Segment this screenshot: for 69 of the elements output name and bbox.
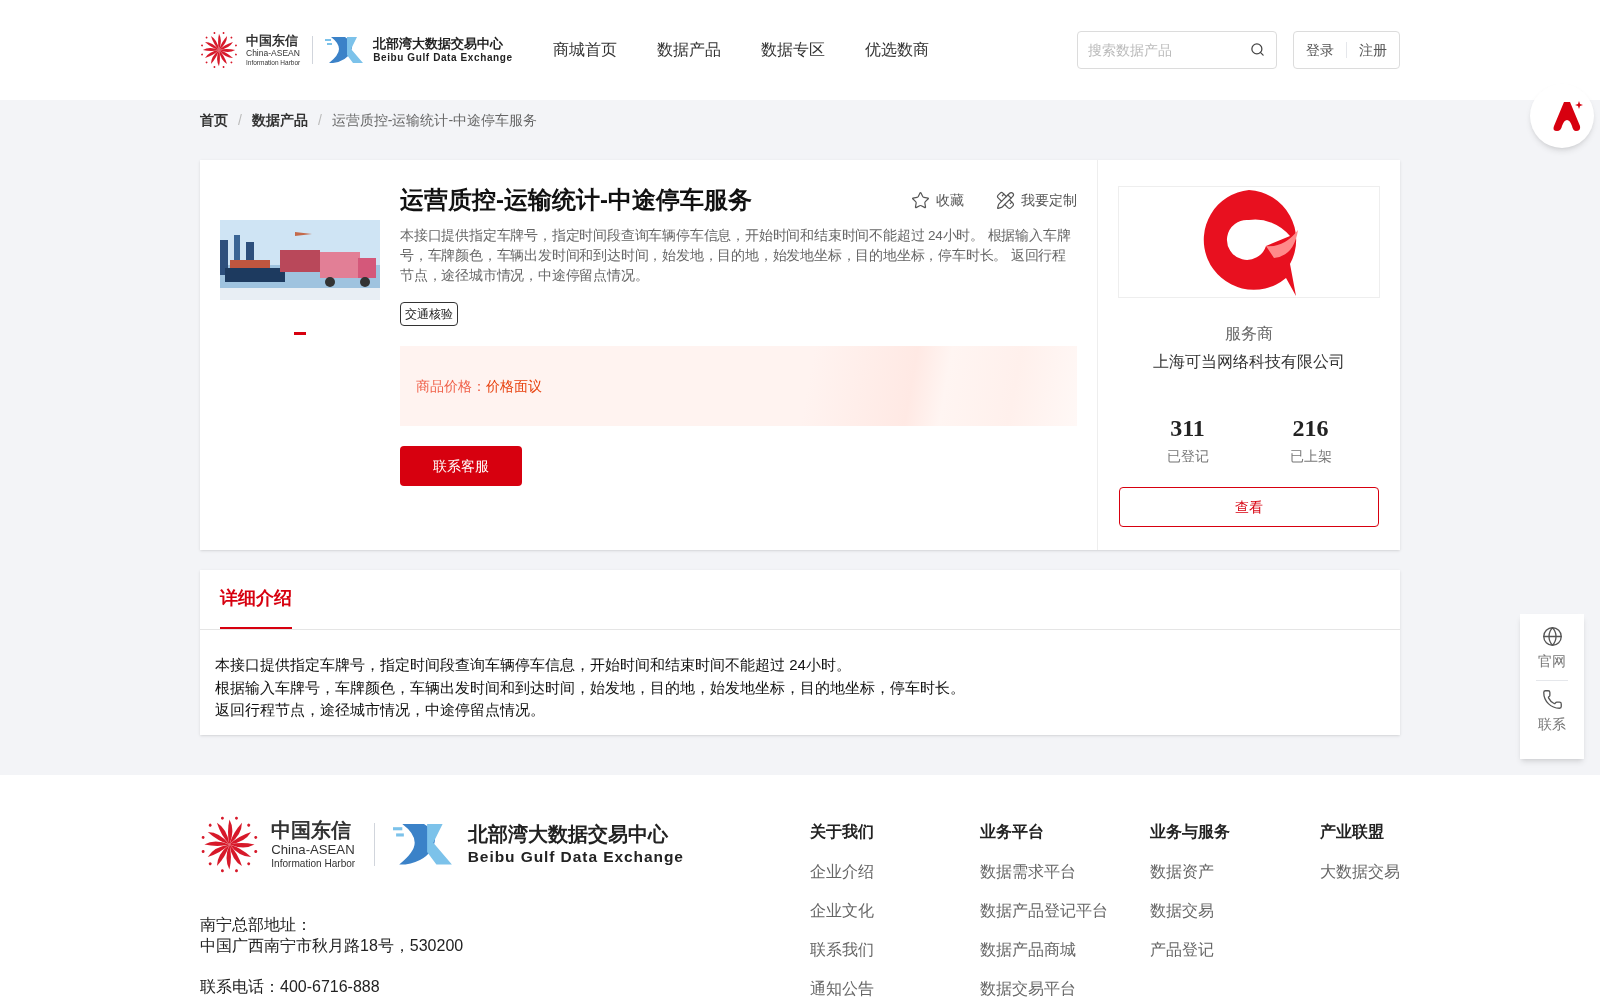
nav-link[interactable]: 数据专区 xyxy=(760,38,825,62)
logo-subtitle: Beibu Gulf Data Exchange xyxy=(467,849,684,865)
footer-link[interactable]: 数据资产 xyxy=(1150,862,1320,882)
breadcrumb-separator: / xyxy=(317,110,322,130)
flower-logo-icon xyxy=(200,815,259,874)
footer-link[interactable]: 数据需求平台 xyxy=(980,862,1150,882)
breadcrumb-separator: / xyxy=(238,110,242,130)
footer-heading: 业务与服务 xyxy=(1150,822,1231,842)
auth-link[interactable]: 登录 xyxy=(1306,39,1334,61)
view-button[interactable]: 查看 xyxy=(1119,487,1379,527)
footer-heading: 关于我们 xyxy=(810,822,875,842)
auth-link[interactable]: 注册 xyxy=(1359,39,1387,61)
search-field[interactable]: 搜索数据产品 xyxy=(1077,31,1277,69)
provider-label: 服务商 xyxy=(1225,324,1273,344)
detail-text: 本接口提供指定车牌号，指定时间段查询车辆停车信息，开始时间和结束时间不能超过 24小时。 xyxy=(215,655,852,675)
address-text: 中国广西南宁市秋月路18号，530200 xyxy=(200,935,465,956)
footer-link[interactable]: 数据交易平台 xyxy=(980,979,1150,999)
assistant-icon xyxy=(1550,100,1584,132)
stat-label: 已上架 xyxy=(1289,447,1332,466)
product-title: 运营质控-运输统计-中途停车服务 xyxy=(400,185,752,215)
price-text: 商品价格：价格面议 xyxy=(416,376,542,396)
footer-heading: 业务平台 xyxy=(980,822,1045,842)
nav-link[interactable]: 商城首页 xyxy=(552,38,617,62)
logo-name: 北部湾大数据交易中心 xyxy=(373,37,505,50)
contact-button[interactable]: 联系客服 xyxy=(400,446,522,486)
detail-tab[interactable]: 详细介绍 xyxy=(220,569,292,629)
address-label: 南宁总部地址： xyxy=(200,914,313,935)
phone-text: 联系电话：400-6716-888 xyxy=(200,976,381,997)
footer-link[interactable]: 产品登记 xyxy=(1150,940,1320,960)
logo-subtitle: China-ASEAN xyxy=(246,49,301,58)
globe-icon xyxy=(1541,626,1563,647)
star-icon xyxy=(911,190,930,210)
logo-name: 中国东信 xyxy=(271,819,353,840)
logo-name: 北部湾大数据交易中心 xyxy=(467,824,669,845)
pencil-ruler-icon xyxy=(996,190,1015,210)
breadcrumb-link[interactable]: 数据产品 xyxy=(251,109,308,131)
stat-value: 216 xyxy=(1292,414,1329,443)
stat-label: 已登记 xyxy=(1166,447,1209,466)
footer-link[interactable]: 大数据交易 xyxy=(1320,862,1400,882)
footer-link[interactable]: 企业文化 xyxy=(810,901,980,921)
logo-subtitle: Beibu Gulf Data Exchange xyxy=(373,53,513,63)
product-description: 本接口提供指定车牌号，指定时间段查询车辆停车信息，开始时间和结束时间不能超过 24小时。 根据输入车牌号，车牌颜色，车辆出发时间和到达时间，始发地，目的地，始发地坐标，目的地坐标，停车时长。 返回行程节点，途径城市情况，中途停留点情况。 xyxy=(400,227,1072,285)
breadcrumb-link[interactable]: 首页 xyxy=(200,109,228,131)
footer-link[interactable]: 数据产品商城 xyxy=(980,940,1150,960)
breadcrumb-link[interactable]: 运营质控-运输统计-中途停车服务 xyxy=(331,109,538,131)
nav-link[interactable]: 优选数商 xyxy=(864,38,929,62)
side-link[interactable]: 联系 xyxy=(1538,689,1566,735)
detail-text: 根据输入车牌号，车牌颜色，车辆出发时间和到达时间，始发地，目的地，始发地坐标，目的地坐标，停车时长。 xyxy=(215,677,966,698)
footer-link[interactable]: 通知公告 xyxy=(810,979,980,999)
phone-icon xyxy=(1541,689,1563,710)
provider-name: 上海可当网络科技有限公司 xyxy=(1153,352,1345,372)
footer-link[interactable]: 企业介绍 xyxy=(810,862,980,882)
footer-heading: 产业联盟 xyxy=(1320,822,1385,842)
logo-subtitle: Information Harbor xyxy=(271,859,356,870)
nav-link[interactable]: 数据产品 xyxy=(656,38,721,62)
detail-text: 返回行程节点，途径城市情况，中途停留点情况。 xyxy=(215,700,546,720)
footer-link[interactable]: 数据交易 xyxy=(1150,901,1320,921)
tag: 交通核验 xyxy=(400,302,458,326)
exchange-logo-icon xyxy=(325,35,366,65)
stat-value: 311 xyxy=(1170,414,1205,443)
footer-link[interactable]: 数据产品登记平台 xyxy=(980,901,1150,921)
search-icon[interactable] xyxy=(1250,42,1265,57)
logo-subtitle: China-ASEAN xyxy=(271,842,356,857)
flower-logo-icon xyxy=(200,31,238,69)
customize-link[interactable]: 我要定制 xyxy=(996,189,1077,211)
favorite-link[interactable]: 收藏 xyxy=(911,189,964,211)
logo-name: 中国东信 xyxy=(246,34,299,47)
side-link[interactable]: 官网 xyxy=(1538,626,1566,672)
footer-link[interactable]: 联系我们 xyxy=(810,940,980,960)
